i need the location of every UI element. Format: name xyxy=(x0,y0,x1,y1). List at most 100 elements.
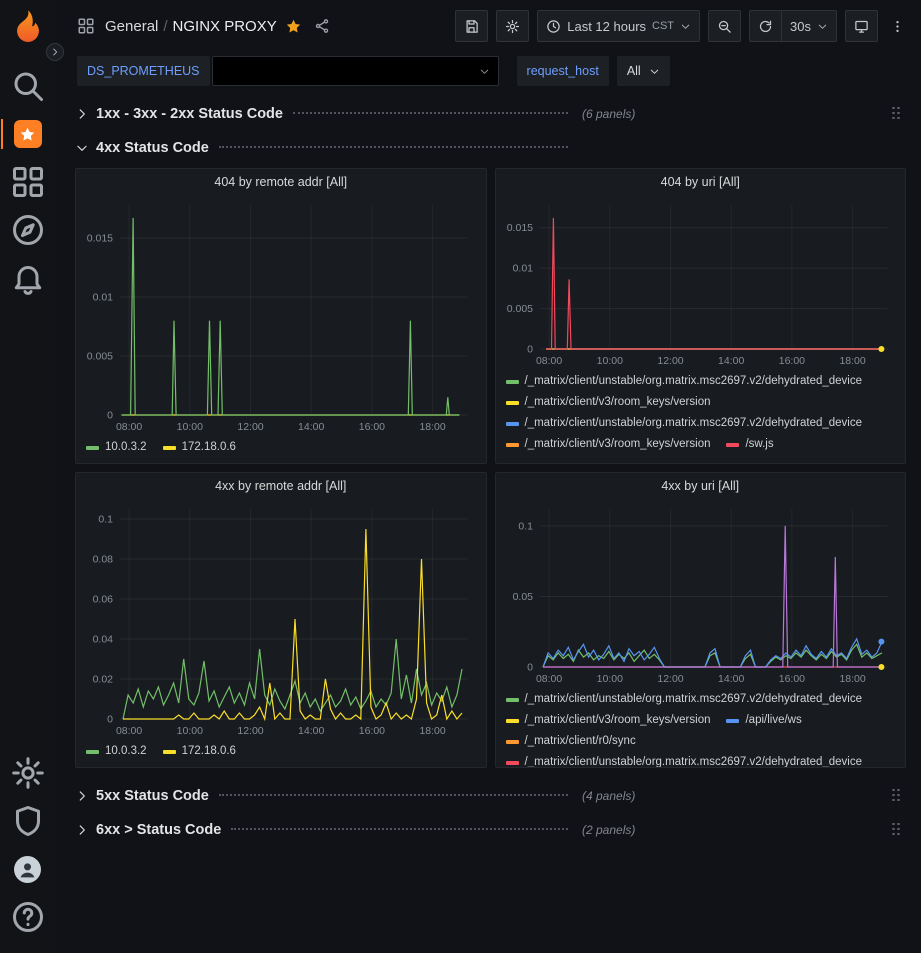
panel-title[interactable]: 4xx by remote addr [All] xyxy=(76,473,486,499)
dashboard-row-1xx-3xx-2xx[interactable]: 1xx - 3xx - 2xx Status Code (6 panels) xyxy=(75,100,906,128)
sidebar-item-configuration[interactable] xyxy=(10,756,46,790)
legend-item[interactable]: /_matrix/client/unstable/org.matrix.msc2… xyxy=(506,371,863,392)
starred-badge xyxy=(14,120,42,148)
chevron-right-icon xyxy=(75,823,89,837)
row-title: 5xx Status Code xyxy=(96,788,209,804)
legend-item[interactable]: 10.0.3.2 xyxy=(86,437,147,458)
dashboard-icon xyxy=(77,17,95,35)
compass-icon xyxy=(10,212,46,248)
dashboard-settings-button[interactable] xyxy=(496,10,529,42)
datasource-variable-label[interactable]: DS_PROMETHEUS xyxy=(77,56,210,86)
refresh-icon xyxy=(758,19,773,34)
panel-legend: 10.0.3.2 172.18.0.6 xyxy=(76,741,486,767)
breadcrumb-dashboard-title[interactable]: NGINX PROXY xyxy=(173,18,277,35)
panel-chart[interactable]: 08:0010:0012:0014:0016:0018:0000.0050.01… xyxy=(496,195,906,371)
panel-chart[interactable]: 08:0010:0012:0014:0016:0018:0000.020.040… xyxy=(76,499,486,741)
sidebar-item-dashboards[interactable] xyxy=(10,165,46,199)
panel-legend: 10.0.3.2 172.18.0.6 xyxy=(76,437,486,463)
legend-item[interactable]: /sw.js xyxy=(726,434,773,455)
panel-grid: 404 by remote addr [All]08:0010:0012:001… xyxy=(75,168,906,768)
row-drag-handle[interactable] xyxy=(892,823,902,838)
row-title-wrap: 1xx - 3xx - 2xx Status Code xyxy=(96,106,578,122)
svg-text:10:00: 10:00 xyxy=(596,355,622,367)
dashboard-submenu: DS_PROMETHEUS request_host All xyxy=(55,52,921,96)
legend-item[interactable]: 172.18.0.6 xyxy=(163,437,236,458)
panel-4xx-by-remote-addr: 4xx by remote addr [All]08:0010:0012:001… xyxy=(75,472,487,768)
save-dashboard-button[interactable] xyxy=(455,10,488,42)
svg-text:14:00: 14:00 xyxy=(718,355,744,367)
svg-text:0.08: 0.08 xyxy=(93,554,114,566)
svg-text:0.06: 0.06 xyxy=(93,594,114,606)
legend-item[interactable]: 172.18.0.6 xyxy=(163,741,236,762)
favorite-star-icon[interactable] xyxy=(285,18,302,35)
zoom-out-button[interactable] xyxy=(708,10,741,42)
row-panel-count: (4 panels) xyxy=(582,789,635,803)
panel-title[interactable]: 4xx by uri [All] xyxy=(496,473,906,499)
legend-item[interactable]: /_matrix/client/v3/room_keys/version xyxy=(506,710,711,731)
panel-title[interactable]: 404 by remote addr [All] xyxy=(76,169,486,195)
row-drag-handle[interactable] xyxy=(892,107,902,122)
chevron-down-icon xyxy=(75,141,89,155)
panel-chart[interactable]: 08:0010:0012:0014:0016:0018:0000.050.1 xyxy=(496,499,906,689)
row-panel-count: (6 panels) xyxy=(582,107,635,121)
sidebar-item-alerting[interactable] xyxy=(10,261,46,295)
sidebar-item-search[interactable] xyxy=(10,69,46,103)
sidebar-item-starred[interactable] xyxy=(10,117,46,151)
help-icon xyxy=(10,899,46,935)
refresh-interval-picker[interactable]: 30s xyxy=(781,10,837,42)
tv-mode-button[interactable] xyxy=(845,10,878,42)
svg-text:0: 0 xyxy=(527,344,533,356)
chevron-right-icon xyxy=(50,47,60,57)
svg-text:0: 0 xyxy=(107,410,113,422)
search-icon xyxy=(10,68,46,104)
sidebar-item-server-admin[interactable] xyxy=(10,804,46,838)
panel-chart[interactable]: 08:0010:0012:0014:0016:0018:0000.0050.01… xyxy=(76,195,486,437)
chevron-right-icon xyxy=(75,789,89,803)
sidebar-item-profile[interactable] xyxy=(10,852,46,886)
panel-legend: /_matrix/client/unstable/org.matrix.msc2… xyxy=(496,371,906,463)
kebab-menu-button[interactable] xyxy=(886,10,909,42)
kebab-icon xyxy=(890,19,905,34)
request-host-value-dropdown[interactable]: All xyxy=(617,56,670,86)
svg-text:10:00: 10:00 xyxy=(596,673,622,685)
request-host-variable-label[interactable]: request_host xyxy=(517,56,609,86)
chevron-down-icon xyxy=(649,66,660,77)
time-range-picker[interactable]: Last 12 hours CST xyxy=(537,10,700,42)
legend-item[interactable]: /_matrix/client/v3/room_keys/version xyxy=(506,392,711,413)
svg-text:0.05: 0.05 xyxy=(512,591,533,603)
svg-text:16:00: 16:00 xyxy=(359,421,385,433)
dashboard-row-4xx[interactable]: 4xx Status Code xyxy=(75,134,906,162)
svg-text:08:00: 08:00 xyxy=(116,725,142,737)
refresh-button[interactable] xyxy=(749,10,781,42)
svg-text:0.01: 0.01 xyxy=(93,292,114,304)
svg-text:18:00: 18:00 xyxy=(419,725,445,737)
dashboard-row-6xx[interactable]: 6xx > Status Code (2 panels) xyxy=(75,816,906,844)
row-drag-handle[interactable] xyxy=(892,789,902,804)
legend-item[interactable]: /_matrix/client/r0/sync xyxy=(506,731,636,752)
legend-item[interactable]: 10.0.3.2 xyxy=(86,741,147,762)
sidebar-expand-button[interactable] xyxy=(46,43,64,61)
share-icon[interactable] xyxy=(314,18,330,34)
legend-item[interactable]: /_matrix/client/v3/room_keys/version xyxy=(506,434,711,455)
panel-title[interactable]: 404 by uri [All] xyxy=(496,169,906,195)
svg-text:08:00: 08:00 xyxy=(116,421,142,433)
svg-text:16:00: 16:00 xyxy=(359,725,385,737)
sidebar-item-help[interactable] xyxy=(10,900,46,934)
legend-item[interactable]: /api/live/ws xyxy=(726,710,801,731)
grafana-app: General / NGINX PROXY Last 12 hours CST … xyxy=(0,0,921,953)
grafana-logo[interactable] xyxy=(9,8,47,46)
panel-404-by-remote-addr: 404 by remote addr [All]08:0010:0012:001… xyxy=(75,168,487,464)
refresh-interval-label: 30s xyxy=(790,19,811,34)
dashboard-row-5xx[interactable]: 5xx Status Code (4 panels) xyxy=(75,782,906,810)
breadcrumb-section[interactable]: General xyxy=(105,18,158,35)
legend-item[interactable]: /_matrix/client/unstable/org.matrix.msc2… xyxy=(506,752,863,767)
legend-item[interactable]: /_matrix/client/unstable/org.matrix.msc2… xyxy=(506,413,863,434)
svg-text:18:00: 18:00 xyxy=(839,355,865,367)
time-range-label: Last 12 hours xyxy=(567,19,646,34)
legend-item[interactable]: /_matrix/client/unstable/org.matrix.msc2… xyxy=(506,689,863,710)
svg-text:12:00: 12:00 xyxy=(237,725,263,737)
sidebar-item-explore[interactable] xyxy=(10,213,46,247)
datasource-value-dropdown[interactable] xyxy=(212,56,499,86)
top-navbar: General / NGINX PROXY Last 12 hours CST … xyxy=(55,0,921,52)
gear-icon xyxy=(505,19,520,34)
